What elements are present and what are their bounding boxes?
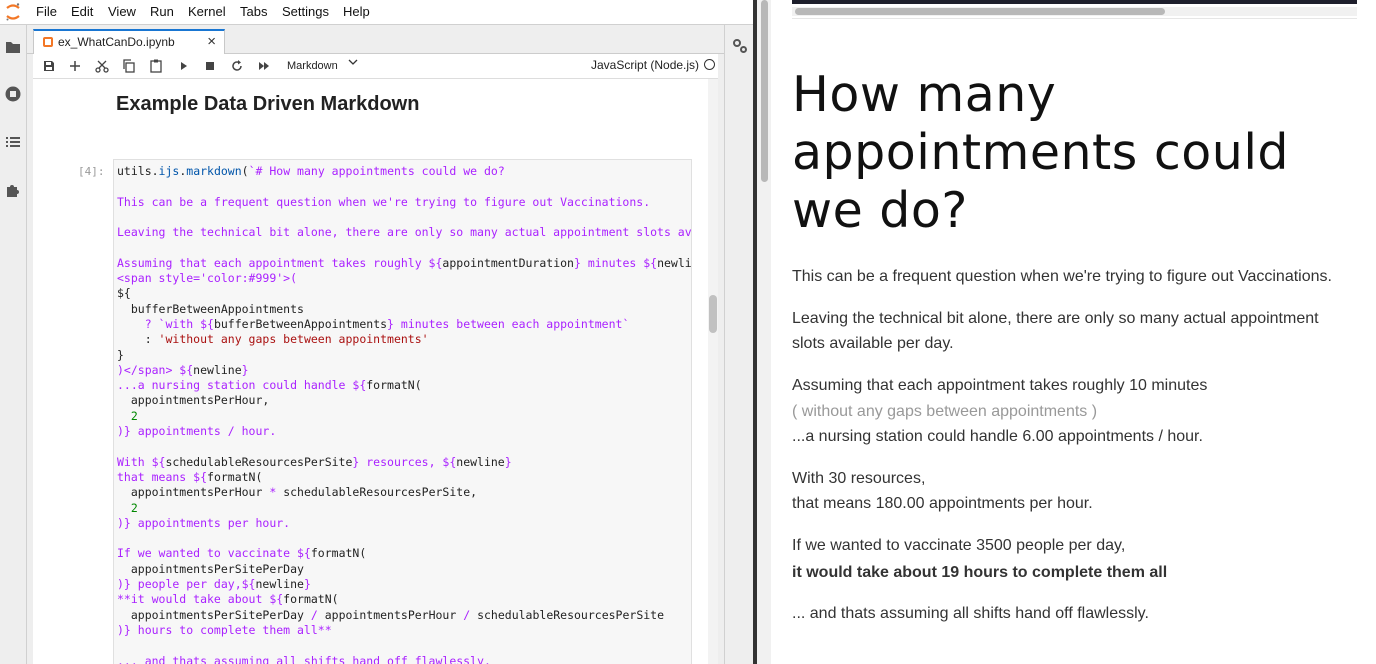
preview-paragraph: With 30 resources, xyxy=(792,470,926,487)
cell-prompt: [4]: xyxy=(78,165,105,178)
preview-title-line: How many xyxy=(792,66,1057,123)
notebook-panel: Example Data Driven Markdown [4]: utils.… xyxy=(33,79,718,664)
scrollbar-thumb[interactable] xyxy=(709,295,717,333)
preview-grey-span: ( without any gaps between appointments … xyxy=(792,403,1098,420)
scrollbar-thumb[interactable] xyxy=(795,8,1165,15)
notebook-icon xyxy=(43,37,53,47)
puzzle-icon[interactable] xyxy=(4,181,22,199)
menu-run[interactable]: Run xyxy=(150,4,174,19)
menu-view[interactable]: View xyxy=(108,4,136,19)
preview-horizontal-scrollbar[interactable] xyxy=(792,7,1357,16)
close-icon[interactable]: × xyxy=(207,33,216,50)
preview-title-line: we do? xyxy=(792,182,968,239)
tab-label: ex_WhatCanDo.ipynb xyxy=(58,35,175,49)
preview-output-bar xyxy=(792,0,1357,4)
right-sidebar xyxy=(724,25,754,664)
stop-circle-icon[interactable] xyxy=(4,85,22,103)
main-dock-panel: ex_WhatCanDo.ipynb × Markdown JavaScript… xyxy=(27,25,724,664)
tab-notebook[interactable]: ex_WhatCanDo.ipynb × xyxy=(33,29,225,54)
save-icon[interactable] xyxy=(41,58,57,74)
cut-icon[interactable] xyxy=(94,58,110,74)
preview-title-line: appointments could xyxy=(792,124,1290,181)
markdown-heading: Example Data Driven Markdown xyxy=(116,93,420,115)
tab-bar: ex_WhatCanDo.ipynb × xyxy=(27,25,724,54)
preview-paragraph: slots available per day. xyxy=(792,335,954,352)
preview-paragraph: Leaving the technical bit alone, there a… xyxy=(792,310,1319,327)
menu-kernel[interactable]: Kernel xyxy=(188,4,226,19)
preview-paragraph: Assuming that each appointment takes rou… xyxy=(792,377,1208,394)
restart-icon[interactable] xyxy=(229,58,245,74)
fast-forward-icon[interactable] xyxy=(256,58,272,74)
notebook-scrollbar[interactable] xyxy=(708,79,718,664)
menu-settings[interactable]: Settings xyxy=(282,4,329,19)
chevron-down-icon[interactable] xyxy=(347,56,359,68)
kernel-name[interactable]: JavaScript (Node.js) xyxy=(591,58,699,72)
run-icon[interactable] xyxy=(176,58,192,74)
left-activity-bar xyxy=(0,25,27,664)
list-icon[interactable] xyxy=(4,133,22,151)
jupyter-logo-icon xyxy=(6,3,20,21)
preview-scrollbar[interactable] xyxy=(757,0,771,664)
preview-paragraph: If we wanted to vaccinate 3500 people pe… xyxy=(792,537,1126,554)
menubar: File Edit View Run Kernel Tabs Settings … xyxy=(0,0,754,25)
preview-bold-line: it would take about 19 hours to complete… xyxy=(792,564,1168,581)
stop-icon[interactable] xyxy=(202,58,218,74)
notebook-toolbar: Markdown JavaScript (Node.js) xyxy=(33,54,718,79)
paste-icon[interactable] xyxy=(148,58,164,74)
menu-file[interactable]: File xyxy=(36,4,57,19)
add-cell-icon[interactable] xyxy=(67,58,83,74)
preview-title: How many appointments could we do? xyxy=(792,66,1352,240)
scrollbar-thumb[interactable] xyxy=(761,0,768,182)
divider xyxy=(792,18,1357,19)
menu-tabs[interactable]: Tabs xyxy=(240,4,267,19)
preview-paragraph: This can be a frequent question when we'… xyxy=(792,268,1332,285)
preview-paragraph: ...a nursing station could handle 6.00 a… xyxy=(792,428,1203,445)
cell-type-select[interactable]: Markdown xyxy=(287,60,338,72)
menu-edit[interactable]: Edit xyxy=(71,4,93,19)
menu-help[interactable]: Help xyxy=(343,4,370,19)
preview-paragraph: ... and thats assuming all shifts hand o… xyxy=(792,605,1149,622)
preview-paragraph: that means 180.00 appointments per hour. xyxy=(792,495,1093,512)
folder-icon[interactable] xyxy=(4,38,22,56)
property-inspector-icon[interactable] xyxy=(731,37,749,55)
code-cell-editor[interactable]: utils.ijs.markdown(`# How many appointme… xyxy=(113,159,692,664)
copy-icon[interactable] xyxy=(121,58,137,74)
code-text[interactable]: utils.ijs.markdown(`# How many appointme… xyxy=(114,160,691,664)
kernel-status-icon xyxy=(704,59,715,70)
